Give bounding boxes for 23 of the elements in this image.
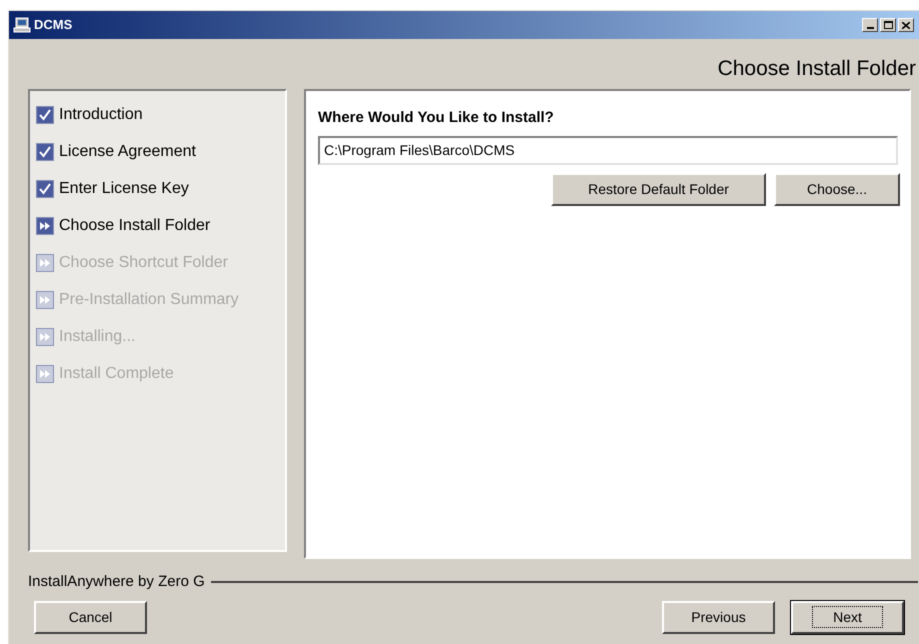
install-path-field[interactable]: C:\Program Files\Barco\DCMS bbox=[318, 136, 898, 164]
choose-button[interactable]: Choose... bbox=[774, 172, 900, 206]
step-label: Install Complete bbox=[59, 364, 174, 384]
step-label: Choose Install Folder bbox=[59, 216, 210, 236]
page-title: Choose Install Folder bbox=[718, 56, 916, 82]
restore-default-button[interactable]: Restore Default Folder bbox=[551, 172, 766, 206]
next-button[interactable]: Next bbox=[791, 600, 904, 634]
step-label: Installing... bbox=[59, 327, 136, 347]
cancel-button[interactable]: Cancel bbox=[34, 600, 147, 634]
install-location-heading: Where Would You Like to Install? bbox=[318, 108, 555, 128]
step-label: Choose Shortcut Folder bbox=[59, 253, 228, 273]
step-label: Enter License Key bbox=[59, 179, 189, 199]
minimize-button[interactable] bbox=[862, 18, 878, 32]
previous-button[interactable]: Previous bbox=[662, 600, 775, 634]
vendor-label: InstallAnywhere by Zero G bbox=[28, 572, 205, 592]
step-label: Pre-Installation Summary bbox=[59, 290, 239, 310]
computer-icon bbox=[13, 17, 31, 33]
close-icon bbox=[902, 22, 910, 28]
step-label: Introduction bbox=[59, 105, 143, 125]
close-button[interactable] bbox=[898, 18, 914, 32]
window-title: DCMS bbox=[34, 16, 72, 34]
step-label: License Agreement bbox=[59, 142, 196, 162]
maximize-button[interactable] bbox=[880, 18, 896, 32]
